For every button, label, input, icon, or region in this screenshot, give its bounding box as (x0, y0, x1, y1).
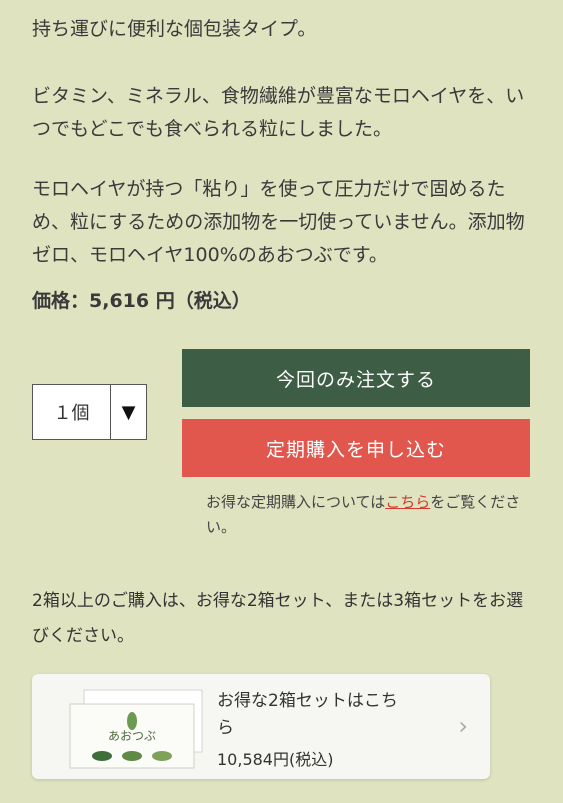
quantity-select[interactable]: １個 ▼ (32, 384, 147, 440)
two-box-set-card[interactable]: あおつぶ お得な2箱セットはこちら 10,584円(税込) › (32, 674, 490, 779)
chevron-right-icon: › (458, 712, 468, 740)
subscription-info-link[interactable]: こちら (385, 493, 430, 511)
product-image: あおつぶ (69, 689, 203, 769)
multi-box-text: 2箱以上のご購入は、お得な2箱セット、または3箱セットをお選びください。 (32, 591, 524, 646)
leaf-icon (127, 712, 137, 730)
note-text-before: お得な定期購入については (206, 493, 386, 511)
order-once-button[interactable]: 今回のみ注文する (182, 349, 530, 407)
set-title: お得な2箱セットはこちら (217, 691, 398, 738)
description-text-1: ビタミン、ミネラル、食物繊維が豊富なモロヘイヤを、いつでもどこでも食べられる粒に… (32, 85, 525, 140)
brand-logo-text: あおつぶ (108, 729, 156, 743)
intro-text: 持ち運びに便利な個包装タイプ。 (32, 18, 317, 40)
quantity-value: １個 (33, 385, 111, 439)
subscribe-button[interactable]: 定期購入を申し込む (182, 419, 530, 477)
dropdown-arrow-icon[interactable]: ▼ (111, 385, 146, 439)
subscription-note: お得な定期購入についてはこちらをご覧ください。 (206, 490, 528, 540)
set-price: 10,584円(税込) (217, 750, 334, 769)
price-text: 価格：5,616 円（税込） (32, 290, 251, 312)
description-text-2: モロヘイヤが持つ「粘り」を使って圧力だけで固めるため、粒にするための添加物を一切… (32, 178, 525, 266)
